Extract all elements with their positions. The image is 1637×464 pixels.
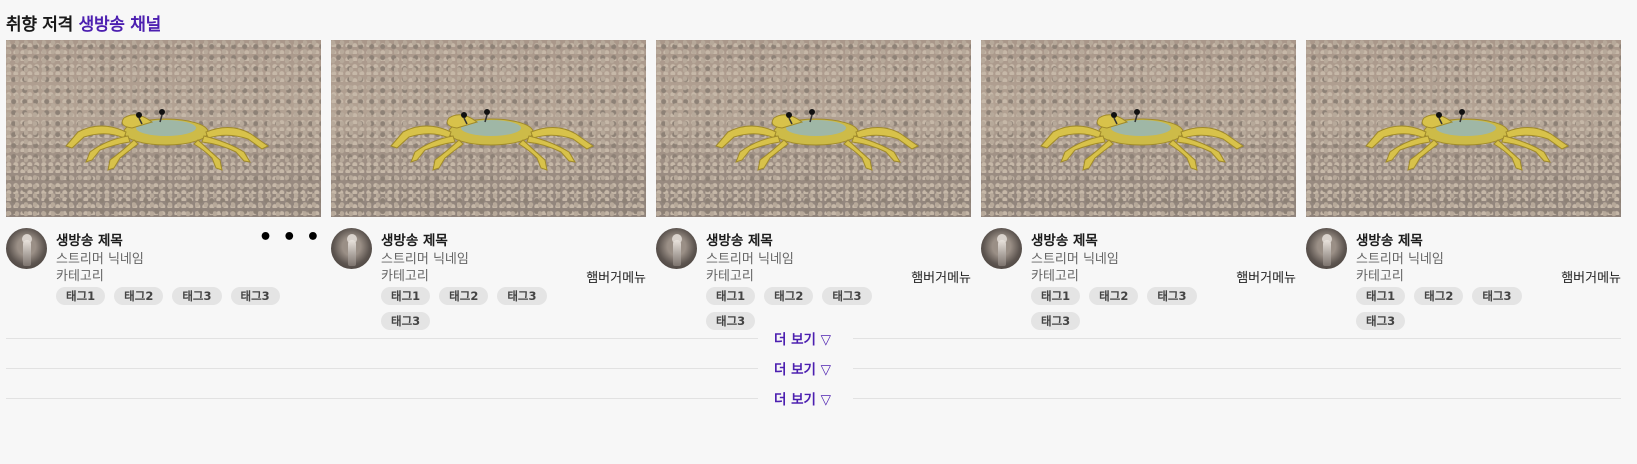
section-title-prefix: 취향 저격 — [6, 15, 73, 35]
avatar[interactable] — [6, 228, 47, 269]
more-button-2[interactable]: 더 보기 ▽ — [758, 358, 853, 378]
card-info: 생방송 제목 스트리머 닉네임 카테고리 태그1 태그2 태그3 태그3 • • • — [6, 227, 321, 323]
tag-chip[interactable]: 태그3 — [1147, 287, 1197, 305]
live-card[interactable]: 생방송 제목 스트리머 닉네임 카테고리 태그1 태그2 태그3 태그3 햄버거메뉴 — [656, 40, 971, 330]
section-title: 취향 저격 생방송 채널 — [6, 10, 161, 35]
hamburger-menu-button[interactable]: 햄버거메뉴 — [911, 267, 971, 286]
more-row-1: 더 보기 ▽ — [6, 328, 1621, 348]
streamer-nickname[interactable]: 스트리머 닉네임 — [706, 248, 971, 267]
crab-image — [65, 109, 269, 171]
tag-chip[interactable]: 태그3 — [1472, 287, 1522, 305]
stream-title[interactable]: 생방송 제목 — [1031, 229, 1296, 249]
hamburger-menu-button[interactable]: 햄버거메뉴 — [1561, 267, 1621, 286]
live-card[interactable]: 생방송 제목 스트리머 닉네임 카테고리 태그1 태그2 태그3 태그3 햄버거메뉴 — [1306, 40, 1621, 330]
avatar-figure — [1323, 240, 1331, 266]
stream-thumbnail[interactable] — [331, 40, 646, 217]
stream-title[interactable]: 생방송 제목 — [706, 229, 971, 249]
tag-list: 태그1 태그2 태그3 태그3 — [56, 287, 286, 305]
tag-chip[interactable]: 태그1 — [56, 287, 106, 305]
card-info: 생방송 제목 스트리머 닉네임 카테고리 태그1 태그2 태그3 태그3 햄버거메뉴 — [1306, 228, 1621, 330]
live-card[interactable]: 생방송 제목 스트리머 닉네임 카테고리 태그1 태그2 태그3 태그3 햄버거메뉴 — [331, 40, 646, 330]
hamburger-menu-button[interactable]: 햄버거메뉴 — [586, 267, 646, 286]
tag-list: 태그1 태그2 태그3 태그3 — [1356, 287, 1536, 330]
tag-chip[interactable]: 태그2 — [764, 287, 814, 305]
more-row-2: 더 보기 ▽ — [6, 358, 1621, 378]
streamer-nickname[interactable]: 스트리머 닉네임 — [56, 248, 321, 267]
card-info: 생방송 제목 스트리머 닉네임 카테고리 태그1 태그2 태그3 태그3 햄버거메뉴 — [331, 228, 646, 330]
stream-thumbnail[interactable] — [656, 40, 971, 217]
crab-image — [1365, 109, 1569, 171]
crab-image — [390, 109, 594, 171]
avatar[interactable] — [656, 228, 697, 269]
more-button-1[interactable]: 더 보기 ▽ — [758, 328, 853, 348]
tag-chip[interactable]: 태그2 — [114, 287, 164, 305]
tag-chip[interactable]: 태그2 — [1414, 287, 1464, 305]
avatar[interactable] — [1306, 228, 1347, 269]
streamer-nickname[interactable]: 스트리머 닉네임 — [381, 248, 646, 267]
more-button-3[interactable]: 더 보기 ▽ — [758, 388, 853, 408]
section-title-accent: 생방송 채널 — [78, 15, 162, 35]
tag-chip[interactable]: 태그2 — [439, 287, 489, 305]
tag-chip[interactable]: 태그3 — [230, 287, 280, 305]
tag-chip[interactable]: 태그3 — [822, 287, 872, 305]
tag-list: 태그1 태그2 태그3 태그3 — [1031, 287, 1211, 330]
divider — [6, 367, 758, 369]
divider — [853, 367, 1621, 369]
avatar-figure — [998, 240, 1006, 266]
card-info: 생방송 제목 스트리머 닉네임 카테고리 태그1 태그2 태그3 태그3 햄버거메뉴 — [656, 228, 971, 330]
crab-image — [715, 109, 919, 171]
streamer-nickname[interactable]: 스트리머 닉네임 — [1031, 248, 1296, 267]
stream-title[interactable]: 생방송 제목 — [381, 229, 646, 249]
stream-category[interactable]: 카테고리 — [56, 265, 321, 284]
tag-chip[interactable]: 태그1 — [381, 287, 431, 305]
tag-chip[interactable]: 태그1 — [706, 287, 756, 305]
streamer-nickname[interactable]: 스트리머 닉네임 — [1356, 248, 1621, 267]
tag-chip[interactable]: 태그1 — [1031, 287, 1081, 305]
tag-chip[interactable]: 태그3 — [497, 287, 547, 305]
avatar-figure — [23, 240, 31, 266]
divider — [853, 337, 1621, 339]
stream-thumbnail[interactable] — [6, 40, 321, 217]
divider — [6, 337, 758, 339]
live-card[interactable]: 생방송 제목 스트리머 닉네임 카테고리 태그1 태그2 태그3 태그3 • • • — [6, 40, 321, 323]
avatar-figure — [348, 240, 356, 266]
avatar[interactable] — [331, 228, 372, 269]
tag-chip[interactable]: 태그2 — [1089, 287, 1139, 305]
divider — [6, 397, 758, 399]
more-options-icon[interactable]: • • • — [258, 227, 321, 249]
tag-chip[interactable]: 태그1 — [1356, 287, 1406, 305]
more-row-3: 더 보기 ▽ — [6, 388, 1621, 408]
stream-title[interactable]: 생방송 제목 — [1356, 229, 1621, 249]
tag-list: 태그1 태그2 태그3 태그3 — [381, 287, 561, 330]
card-info: 생방송 제목 스트리머 닉네임 카테고리 태그1 태그2 태그3 태그3 햄버거메뉴 — [981, 228, 1296, 330]
live-channel-list: 생방송 제목 스트리머 닉네임 카테고리 태그1 태그2 태그3 태그3 • • • — [6, 40, 1621, 330]
avatar-figure — [673, 240, 681, 266]
stream-thumbnail[interactable] — [981, 40, 1296, 217]
crab-image — [1040, 109, 1244, 171]
hamburger-menu-button[interactable]: 햄버거메뉴 — [1236, 267, 1296, 286]
tag-list: 태그1 태그2 태그3 태그3 — [706, 287, 886, 330]
stream-thumbnail[interactable] — [1306, 40, 1621, 217]
avatar[interactable] — [981, 228, 1022, 269]
live-card[interactable]: 생방송 제목 스트리머 닉네임 카테고리 태그1 태그2 태그3 태그3 햄버거메뉴 — [981, 40, 1296, 330]
divider — [853, 397, 1621, 399]
tag-chip[interactable]: 태그3 — [172, 287, 222, 305]
